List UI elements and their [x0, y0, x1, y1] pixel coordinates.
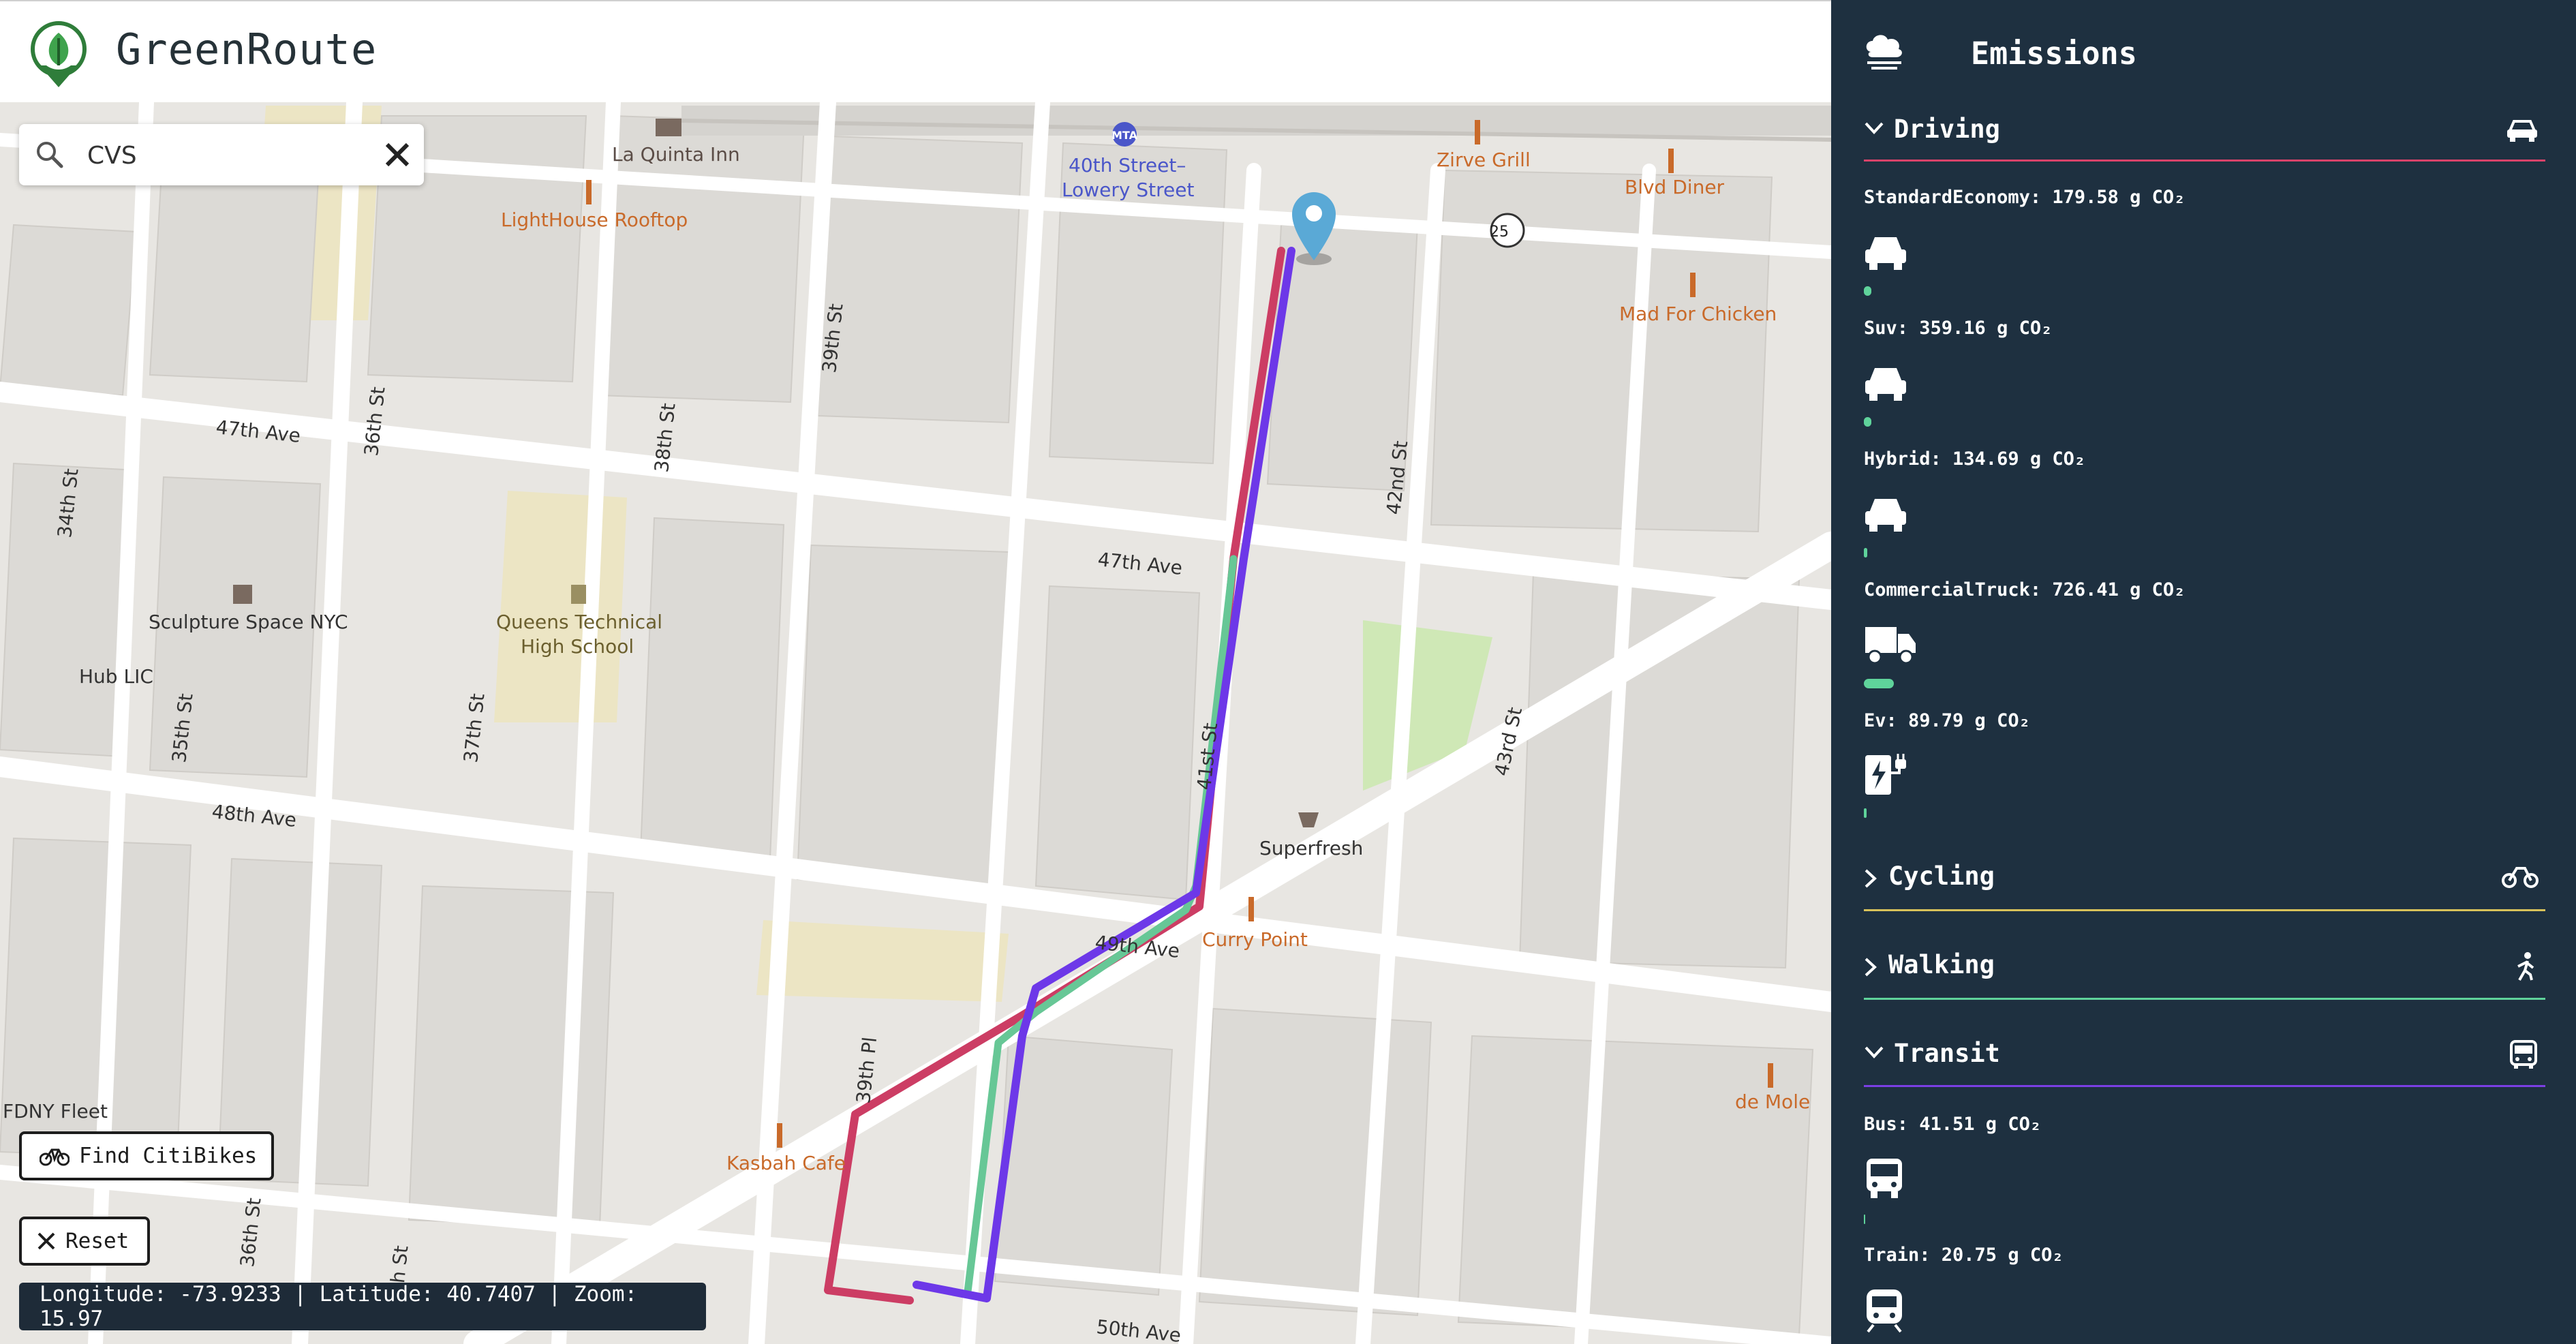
coordinates-text: Longitude: -73.9233 | Latitude: 40.7407 … [40, 1282, 638, 1331]
restaurant-icon [777, 1123, 782, 1148]
emission-bar-bus [1864, 1215, 1865, 1224]
restaurant-icon [1668, 149, 1674, 173]
search-box [19, 124, 424, 185]
poi-label-blvd: Blvd Diner [1625, 176, 1725, 198]
emission-bar-hybrid [1864, 548, 1867, 558]
search-icon [37, 142, 63, 168]
emissions-panel: Emissions Driving StandardEconomy: 179.5… [1831, 0, 2576, 1344]
car-icon [1865, 499, 1906, 532]
poi-label-queens1: Queens Technical [496, 611, 662, 633]
section-driving-toggle[interactable]: Driving [1864, 114, 2545, 155]
emission-bar-ev [1864, 808, 1867, 818]
cloud-emissions-icon [1866, 35, 1902, 70]
emission-bar-truck [1864, 679, 1894, 688]
restaurant-icon [1768, 1063, 1773, 1088]
restaurant-icon [586, 180, 592, 204]
vehicle-label-hybrid: Hybrid: 134.69 g CO₂ [1864, 448, 2086, 470]
find-citibikes-label: Find CitiBikes [79, 1144, 258, 1168]
coordinates-readout: Longitude: -73.9233 | Latitude: 40.7407 … [19, 1282, 706, 1331]
chevron-right-icon [1865, 869, 1877, 888]
poi-label-lighthouse: LightHouse Rooftop [501, 209, 688, 231]
poi-label-la-quinta: La Quinta Inn [612, 143, 740, 166]
poi-label-superfresh: Superfresh [1259, 837, 1363, 859]
vehicle-label-bus: Bus: 41.51 g CO₂ [1864, 1114, 2042, 1135]
hotel-icon [656, 119, 681, 136]
section-transit-toggle[interactable]: Transit [1864, 1039, 2545, 1080]
truck-icon [1865, 627, 1916, 665]
poi-label-zirve: Zirve Grill [1437, 149, 1531, 171]
car-icon [2507, 120, 2537, 142]
find-citibikes-button[interactable]: Find CitiBikes [19, 1131, 274, 1180]
leaf-pin-logo-icon [31, 21, 87, 87]
station-label-line1: 40th Street– [1069, 154, 1186, 177]
section-walking-rule [1864, 998, 2545, 1000]
bicycle-icon [2502, 867, 2539, 888]
vehicle-label-train: Train: 20.75 g CO₂ [1864, 1244, 2064, 1266]
station-label-line2: Lowery Street [1062, 179, 1194, 201]
reset-button[interactable]: Reset [19, 1217, 150, 1266]
walking-person-icon [2517, 952, 2534, 981]
train-icon [1867, 1289, 1902, 1333]
poi-label-madfor: Mad For Chicken [1619, 303, 1777, 325]
vehicle-label-ev: Ev: 89.79 g CO₂ [1864, 710, 2030, 731]
clear-search-icon[interactable] [379, 136, 416, 173]
map-svg: MTA La Quinta Inn LightHouse Rooftop 40t… [0, 102, 1831, 1344]
reset-label: Reset [65, 1229, 129, 1253]
close-icon [37, 1232, 55, 1250]
vehicle-label-truck: CommercialTruck: 726.41 g CO₂ [1864, 579, 2186, 600]
ev-charger-icon [1865, 754, 1906, 795]
bus-icon [2510, 1040, 2537, 1069]
panel-header: Emissions [1862, 31, 2543, 79]
emission-bar-standard [1864, 286, 1871, 296]
section-transit-label: Transit [1894, 1039, 2000, 1068]
poi-label-demole: de Mole [1735, 1090, 1810, 1113]
section-cycling-toggle[interactable]: Cycling [1864, 861, 2545, 902]
section-walking-toggle[interactable]: Walking [1864, 950, 2545, 991]
bicycle-icon [40, 1148, 70, 1166]
car-icon [1865, 237, 1906, 270]
school-icon [571, 585, 586, 604]
section-cycling-label: Cycling [1888, 861, 1995, 891]
vehicle-label-standard: StandardEconomy: 179.58 g CO₂ [1864, 187, 2186, 208]
section-walking-label: Walking [1888, 950, 1995, 979]
section-transit-rule [1864, 1085, 2545, 1087]
poi-label-sculpture: Sculpture Space NYC [149, 611, 348, 633]
school-area [494, 491, 627, 722]
search-input[interactable] [86, 136, 375, 174]
poi-label-curry: Curry Point [1202, 928, 1308, 951]
emission-bar-suv [1864, 417, 1871, 427]
museum-icon [233, 585, 252, 604]
restaurant-icon [1690, 273, 1696, 297]
panel-title: Emissions [1971, 35, 2137, 72]
poi-label-queens2: High School [521, 635, 634, 658]
bus-icon [1867, 1159, 1902, 1198]
poi-label-fdny: FDNY Fleet [3, 1100, 108, 1122]
chevron-down-icon [1865, 1046, 1884, 1058]
section-driving-label: Driving [1894, 114, 2000, 144]
chevron-right-icon [1865, 958, 1877, 977]
app-header: GreenRoute [0, 0, 1831, 102]
section-cycling-rule [1864, 909, 2545, 911]
route-shield-label: 25 [1490, 224, 1509, 241]
restaurant-icon [1475, 120, 1480, 144]
chevron-down-icon [1865, 122, 1884, 134]
school-yard [756, 920, 1009, 1002]
car-icon [1865, 368, 1906, 401]
app-title: GreenRoute [116, 25, 378, 74]
vehicle-label-suv: Suv: 359.16 g CO₂ [1864, 318, 2053, 339]
map-canvas[interactable]: MTA La Quinta Inn LightHouse Rooftop 40t… [0, 102, 1831, 1344]
poi-label-kasbah: Kasbah Cafe [726, 1152, 846, 1174]
section-driving-rule [1864, 159, 2545, 162]
poi-label-hub: Hub LIC [79, 665, 153, 688]
svg-text:MTA: MTA [1111, 129, 1138, 142]
restaurant-icon [1248, 897, 1254, 921]
